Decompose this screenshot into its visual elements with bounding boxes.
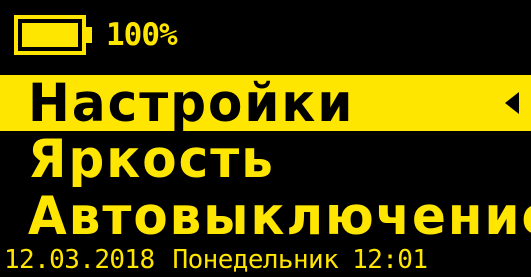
menu-item-settings[interactable]: Настройки [0,75,531,131]
battery-percentage: 100% [106,17,178,53]
menu-item-label: Автовыключение [28,188,531,244]
menu-item-label: Настройки [28,75,355,131]
menu-item-auto-off[interactable]: Автовыключение [0,188,531,244]
triangle-left-icon [505,92,519,114]
footer-datetime: 12.03.2018 Понедельник 12:01 [0,244,531,277]
battery-fill [22,23,78,47]
status-bar: 100% [0,0,531,70]
menu-item-brightness[interactable]: Яркость [0,131,531,187]
footer-weekday: Понедельник [172,245,339,275]
battery-full-icon [14,15,92,55]
menu-item-label: Яркость [28,131,275,187]
lcd-screen: 100% Настройки Яркость Автовыключение 12… [0,0,531,277]
footer-date: 12.03.2018 [4,245,155,275]
footer-time: 12:01 [352,245,428,275]
